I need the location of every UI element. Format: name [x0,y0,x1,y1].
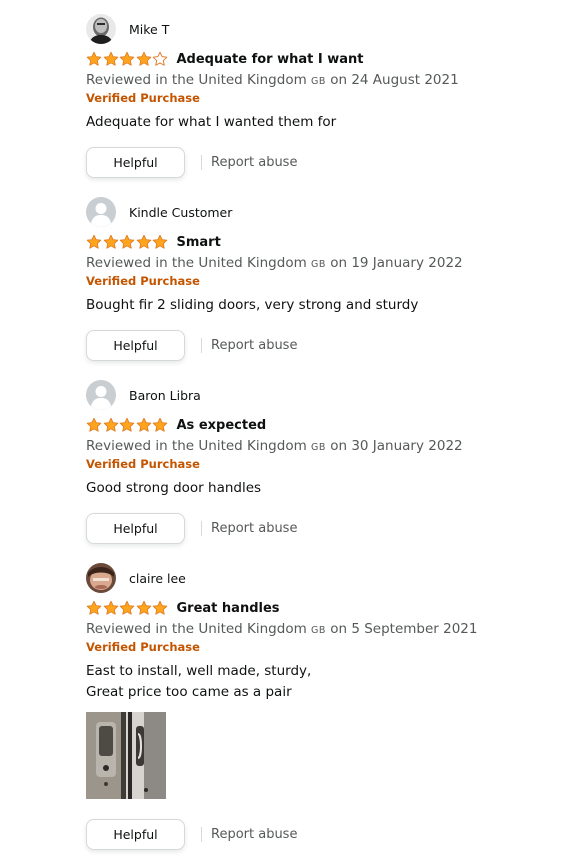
review-card: Mike T Adequate for what I want Reviewed… [86,14,556,178]
star-filled-icon [136,417,152,433]
country-code: GB [311,76,326,87]
review-title[interactable]: Great handles [177,601,280,616]
star-filled-icon [119,234,135,250]
review-body: Adequate for what I wanted them for [86,114,337,130]
star-filled-icon [86,234,102,250]
star-rating[interactable] [86,51,169,67]
reviewer-name: Baron Libra [129,387,201,403]
country-code: GB [311,259,326,270]
reviewer-profile[interactable]: Baron Libra [86,380,556,410]
review-card: claire lee Great handles Reviewed in the… [86,563,556,850]
review-date: Reviewed in the United Kingdom GB on 24 … [86,72,459,88]
star-filled-icon [136,600,152,616]
helpful-button[interactable]: Helpful [86,329,185,361]
divider [201,154,202,170]
review-date: Reviewed in the United Kingdom GB on 19 … [86,255,463,271]
divider [201,337,202,353]
review-body: East to install, well made, sturdy, Grea… [86,663,312,700]
avatar [86,563,116,593]
star-filled-icon [136,51,152,67]
star-rating[interactable] [86,417,169,433]
verified-purchase-badge[interactable]: Verified Purchase [86,273,556,289]
star-filled-icon [119,51,135,67]
country-code: GB [311,442,326,453]
review-date: Reviewed in the United Kingdom GB on 30 … [86,438,463,454]
verified-purchase-badge[interactable]: Verified Purchase [86,639,556,655]
reviewer-name: claire lee [129,570,186,586]
review-date: Reviewed in the United Kingdom GB on 5 S… [86,621,478,637]
star-filled-icon [152,600,168,616]
review-title[interactable]: Smart [177,235,221,250]
reviewer-profile[interactable]: Mike T [86,14,556,44]
star-rating[interactable] [86,234,169,250]
star-filled-icon [119,417,135,433]
star-filled-icon [103,51,119,67]
star-filled-icon [152,417,168,433]
helpful-button[interactable]: Helpful [86,819,185,850]
star-filled-icon [86,51,102,67]
review-photo-thumbnail[interactable] [86,712,126,799]
reviewer-profile[interactable]: Kindle Customer [86,197,556,227]
helpful-button[interactable]: Helpful [86,512,185,544]
review-body: Good strong door handles [86,480,262,496]
star-filled-icon [119,600,135,616]
avatar [86,197,116,227]
verified-purchase-badge[interactable]: Verified Purchase [86,456,556,472]
report-abuse-link[interactable]: Report abuse [211,338,297,353]
reviewer-name: Mike T [129,21,170,37]
report-abuse-link[interactable]: Report abuse [211,155,297,170]
star-filled-icon [103,234,119,250]
avatar [86,14,116,44]
review-card: Baron Libra As expected Reviewed in the … [86,380,556,544]
star-filled-icon [86,417,102,433]
review-photos [86,712,556,799]
divider [201,827,202,842]
review-title[interactable]: Adequate for what I want [177,52,364,67]
star-filled-icon [86,600,102,616]
divider [201,520,202,536]
review-photo-thumbnail[interactable] [126,712,166,799]
review-card: Kindle Customer Smart Reviewed in the Un… [86,197,556,361]
verified-purchase-badge[interactable]: Verified Purchase [86,90,556,106]
star-filled-icon [152,234,168,250]
report-abuse-link[interactable]: Report abuse [211,521,297,536]
star-empty-icon [152,51,168,67]
avatar [86,380,116,410]
star-filled-icon [136,234,152,250]
reviewer-name: Kindle Customer [129,204,233,220]
review-title[interactable]: As expected [177,418,267,433]
review-body: Bought fir 2 sliding doors, very strong … [86,297,419,313]
star-filled-icon [103,600,119,616]
star-rating[interactable] [86,600,169,616]
helpful-button[interactable]: Helpful [86,146,185,178]
country-code: GB [311,625,326,636]
reviewer-profile[interactable]: claire lee [86,563,556,593]
star-filled-icon [103,417,119,433]
report-abuse-link[interactable]: Report abuse [211,827,297,842]
